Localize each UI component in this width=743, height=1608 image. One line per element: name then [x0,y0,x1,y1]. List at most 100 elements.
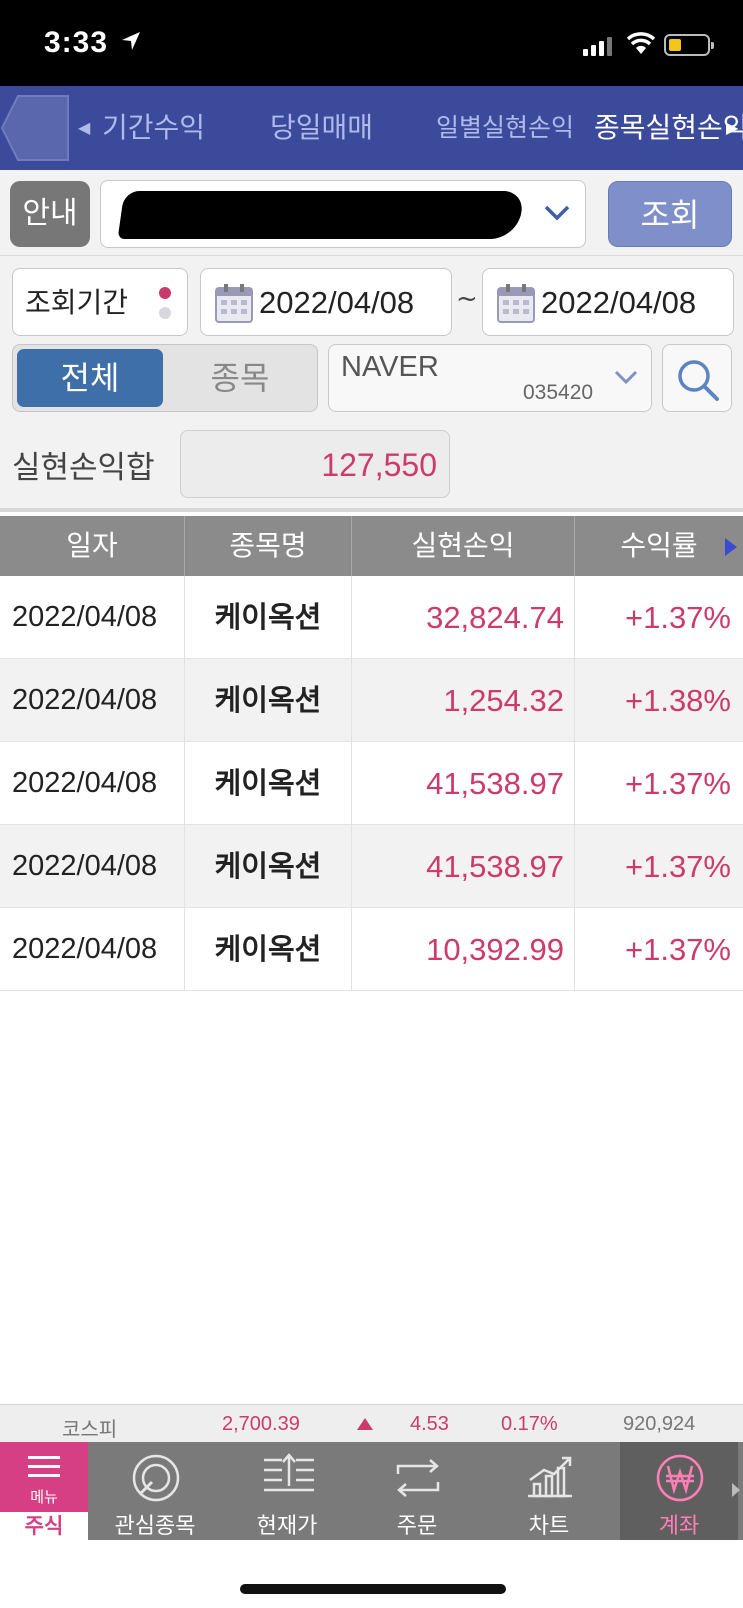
cell-date: 2022/04/08 [0,576,185,659]
ticker-value: 2,700.39 [222,1413,300,1435]
table-body: 2022/04/08 케이옥션 32,824.74 +1.37% 2022/04… [0,576,743,991]
status-time: 3:33 [44,26,109,59]
chart-icon [528,1456,572,1498]
table-row[interactable]: 2022/04/08 케이옥션 41,538.97 +1.37% [0,825,743,908]
calendar-icon [497,284,535,323]
nav-order[interactable]: 주문 [358,1442,476,1540]
query-button[interactable]: 조회 [608,181,732,247]
ticker-index-name: 코스피 [62,1419,118,1441]
column-header-return-rate: 수익률 [620,529,698,562]
total-realized-value: 127,550 [180,430,450,498]
stock-search-button[interactable] [662,344,732,412]
filter-area: 조회기간 2022/04/08 ~ 2022/04/08 전체 종목 NAVER… [0,256,743,416]
nav-more-arrow-icon[interactable] [731,1482,741,1498]
page-dot-inactive [159,307,171,319]
cell-realized-pnl: 32,824.74 [352,576,575,659]
period-label: 조회기간 [25,286,129,319]
won-account-icon [656,1454,704,1502]
cell-stock-name: 케이옥션 [185,908,352,991]
nav-label: 현재가 [256,1514,318,1539]
tab-scroll-right-icon[interactable]: ▶ [726,86,738,170]
category-label: 주식 [0,1512,88,1540]
segment-all[interactable]: 전체 [17,349,163,407]
tab-daily-realized[interactable]: 일별실현손익 [436,86,574,170]
wifi-icon [626,32,656,54]
index-ticker[interactable]: 코스피 2,700.39 4.53 0.17% 920,924 [0,1404,743,1442]
cell-date: 2022/04/08 [0,742,185,825]
tab-period-profit[interactable]: 기간수익 [102,86,205,170]
account-select[interactable] [100,180,586,248]
tab-scroll-left-icon[interactable]: ◀ [78,86,90,170]
menu-button[interactable]: 메뉴 주식 [0,1442,88,1540]
scroll-columns-right-icon[interactable] [723,536,739,558]
table-row[interactable]: 2022/04/08 케이옥션 41,538.97 +1.37% [0,742,743,825]
start-date: 2022/04/08 [259,285,415,320]
current-price-icon [264,1453,314,1492]
back-button[interactable] [0,94,72,162]
table-header: 일자 종목명 실현손익 수익률 [0,516,743,576]
cell-realized-pnl: 10,392.99 [352,908,575,991]
table-row[interactable]: 2022/04/08 케이옥션 1,254.32 +1.38% [0,659,743,742]
redacted-account-number [117,191,525,239]
end-date-picker[interactable]: 2022/04/08 [482,268,734,336]
stock-name: NAVER [341,351,439,383]
stock-select[interactable]: NAVER 035420 [328,344,652,412]
column-header-date: 일자 [0,516,185,576]
column-header-realized-pnl: 실현손익 [352,516,575,576]
guide-button[interactable]: 안내 [10,181,90,247]
nav-chart[interactable]: 차트 [490,1442,608,1540]
location-arrow-icon [122,32,140,50]
account-row: 안내 조회 [0,170,743,256]
nav-current-price[interactable]: 현재가 [228,1442,346,1540]
segment-stock[interactable]: 종목 [167,349,313,407]
cell-date: 2022/04/08 [0,908,185,991]
calendar-icon [215,284,253,323]
ticker-change: 4.53 [410,1413,449,1435]
table-row[interactable]: 2022/04/08 케이옥션 10,392.99 +1.37% [0,908,743,991]
nav-label: 차트 [528,1514,570,1539]
menu-label: 메뉴 [30,1488,58,1506]
cell-realized-pnl: 1,254.32 [352,659,575,742]
cell-stock-name: 케이옥션 [185,742,352,825]
cell-return-rate: +1.38% [624,683,731,718]
cell-return-rate: +1.37% [624,600,731,635]
date-range-separator: ~ [456,284,478,314]
nav-watchlist[interactable]: 관심종목 [96,1442,214,1540]
cell-stock-name: 케이옥션 [185,576,352,659]
nav-label: 주문 [396,1514,438,1539]
cell-stock-name: 케이옥션 [185,825,352,908]
end-date: 2022/04/08 [541,285,697,320]
tab-daily-trade[interactable]: 당일매매 [270,86,373,170]
stock-code: 035420 [523,381,594,404]
tab-navigation: ◀ 기간수익 당일매매 일별실현손익 종목실현손익 ▶ [0,86,743,170]
total-row: 실현손익합 127,550 [0,416,743,512]
up-triangle-icon [357,1418,373,1430]
chevron-down-icon [614,370,638,385]
cell-date: 2022/04/08 [0,659,185,742]
order-icon [396,1459,440,1497]
watchlist-icon [132,1454,180,1502]
period-type-toggle[interactable]: 조회기간 [12,268,188,336]
nav-label: 계좌 [658,1514,700,1539]
page-dot-active [159,287,171,299]
hamburger-menu-icon [28,1456,60,1477]
bottom-navigation: 메뉴 주식 관심종목 현재가 주문 차트 계좌 [0,1442,743,1540]
chevron-down-icon [544,205,570,221]
status-bar: 3:33 [0,0,743,86]
nav-account[interactable]: 계좌 [620,1442,738,1540]
battery-icon [664,34,714,56]
home-indicator[interactable] [240,1584,506,1594]
home-indicator-area [0,1540,743,1608]
search-icon [678,360,719,401]
cell-return-rate: +1.37% [624,766,731,801]
tab-stock-realized[interactable]: 종목실현손익 [594,86,743,170]
start-date-picker[interactable]: 2022/04/08 [200,268,452,336]
cell-stock-name: 케이옥션 [185,659,352,742]
cell-date: 2022/04/08 [0,825,185,908]
cell-realized-pnl: 41,538.97 [352,742,575,825]
table-row[interactable]: 2022/04/08 케이옥션 32,824.74 +1.37% [0,576,743,659]
column-header-stock-name: 종목명 [185,516,352,576]
cell-return-rate: +1.37% [624,932,731,967]
ticker-volume: 920,924 [623,1413,696,1435]
cell-realized-pnl: 41,538.97 [352,825,575,908]
